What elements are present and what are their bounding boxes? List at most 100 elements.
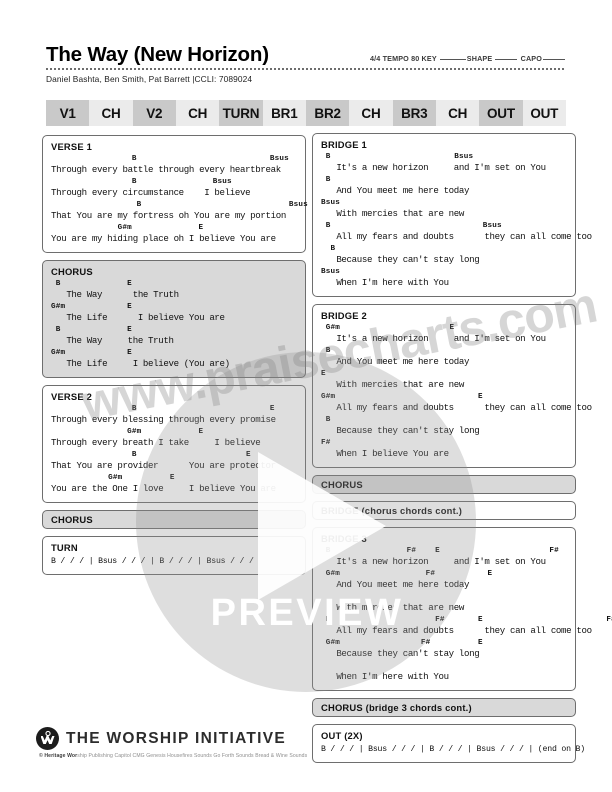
section-label: BRIDGE 2 [321, 310, 367, 321]
copyright-holder: © Heritage Wor [39, 753, 78, 759]
header-divider [46, 67, 566, 70]
lyric-chord-pair: B Because they can't stay long [321, 415, 567, 437]
sequence-item-ch-9[interactable]: CH [435, 100, 480, 126]
lyric-line: It's a new horizon and I'm set on You [321, 556, 546, 567]
section-label: VERSE 2 [51, 391, 93, 402]
chord-line: B E [51, 405, 275, 413]
brand-name: THE WORSHIP INITIATIVE [66, 729, 287, 747]
section-label: BRIDGE 3 [321, 533, 367, 544]
lyric-line: The Life I believe (You are) [51, 358, 230, 369]
shape-label: SHAPE [466, 53, 493, 63]
chord-line: G#m E [321, 324, 455, 332]
lyric-chord-pair: B Bsus It's a new horizon and I'm set on… [321, 152, 567, 174]
lyric-line: All my fears and doubts they can all com… [321, 625, 592, 636]
lyric-line: That You are provider You are protector [51, 460, 276, 471]
lyric-line: Through every battle through every heart… [51, 164, 281, 175]
lyric-line: Through every breath I take I believe [51, 437, 261, 448]
lyric-chord-pair: B F# E F# It's a new horizon and I'm set… [321, 546, 567, 568]
sequence-item-ch-3[interactable]: CH [175, 100, 220, 126]
section-body: B Bsus It's a new horizon and I'm set on… [321, 152, 592, 289]
page-title: The Way (New Horizon) [46, 43, 269, 66]
key-blank[interactable] [439, 58, 466, 60]
section-label: CHORUS [51, 266, 93, 277]
capo-blank[interactable] [543, 58, 565, 60]
chord-line: F# [321, 439, 331, 447]
time-signature: 4/4 [370, 53, 381, 63]
lyric-chord-pair: G#m E The Life I believe You are [51, 302, 297, 324]
sequence-item-br2-6[interactable]: BR2 [305, 100, 350, 126]
chord-line: B Bsus [51, 178, 232, 186]
lyric-line: And You meet me here today [321, 579, 470, 590]
lyric-line: And You meet me here today [321, 356, 470, 367]
sequence-item-ch-1[interactable]: CH [89, 100, 133, 126]
chord-line: G#m E [51, 428, 204, 436]
lyric-line: All my fears and doubts they can all com… [321, 231, 592, 242]
section-label: CHORUS (bridge 3 chords cont.) [321, 702, 472, 713]
key-label: KEY [421, 53, 437, 63]
lyric-chord-pair: G#m E The Life I believe (You are) [51, 348, 297, 370]
lyric-chord-pair: B F# E F# All my fears and doubts they c… [321, 615, 612, 637]
lyric-chord-pair: B Bsus Through every circumstance I belie… [51, 177, 297, 199]
right-column: BRIDGE 1 B Bsus It's a new horizon and I… [312, 133, 612, 770]
lyric-chord-pair: G#m F# E Because they can't stay long [321, 638, 567, 660]
lyric-chord-pair: B Bsus That You are my fortress oh You ar… [51, 200, 308, 222]
lyric-line: You are the One I love I believe You are [51, 483, 276, 494]
section-verse-1: VERSE 1 B Bsus Through every battle throu… [42, 135, 308, 253]
chord-line: G#m F# E [321, 570, 493, 578]
chord-line: B Bsus [321, 153, 474, 161]
chord-line: G#m E [51, 303, 132, 311]
chord-line: B E [51, 280, 132, 288]
brand-row: THE WORSHIP INITIATIVE [36, 727, 576, 750]
tempo-label: TEMPO [382, 53, 409, 63]
copyright-line: © Heritage Worship Publishing Capitol CM… [39, 753, 307, 759]
chart-meta: 4/4 TEMPO 80 KEY SHAPE CAPO [370, 54, 566, 66]
authors-and-ccli: Daniel Bashta, Ben Smith, Pat Barrett |C… [46, 73, 253, 84]
sequence-item-br1-5[interactable]: BR1 [262, 100, 306, 126]
section-body: G#m E It's a new horizon and I'm set on … [321, 323, 592, 460]
lyric-chord-pair: G#m F# E And You meet me here today [321, 569, 567, 591]
shape-blank[interactable] [495, 58, 518, 60]
section-label: CHORUS [321, 479, 363, 490]
lyric-line: With mercies that are new [321, 208, 465, 219]
lyric-chord-pair: B Bsus All my fears and doubts they can … [321, 221, 592, 243]
copyright-detail: ship Publishing Capitol CMG Genesis Hous… [77, 753, 308, 759]
section-chorus-1: CHORUS B E The Way the Truth G#m E The Li… [42, 260, 306, 378]
section-chorus-3-ref: CHORUS [312, 475, 576, 494]
chord-line: Bsus [321, 199, 341, 207]
sequence-item-v1-0[interactable]: V1 [46, 100, 90, 126]
lyric-chord-pair: Bsus With mercies that are new [321, 198, 567, 220]
sequence-item-out-11[interactable]: OUT [522, 100, 566, 126]
chord-line: B Bsus [51, 155, 289, 163]
sequence-item-br3-8[interactable]: BR3 [392, 100, 436, 126]
chord-line: B [321, 347, 331, 355]
section-bridge-2: BRIDGE 2 G#m E It's a new horizon and I'… [312, 304, 592, 468]
lyric-line: With mercies that are new [321, 379, 465, 390]
lyric-chord-pair: F# When I believe You are [321, 438, 567, 460]
lyric-line: It's a new horizon and I'm set on You [321, 333, 546, 344]
lyric-chord-pair: When I'm here with You [321, 661, 567, 683]
chord-line: B E [51, 451, 251, 459]
lyric-line: All my fears and doubts they can all com… [321, 402, 592, 413]
sequence-item-out-10[interactable]: OUT [479, 100, 523, 126]
lyric-line: That You are my fortress oh You are my p… [51, 210, 286, 221]
chord-line: G#m E [321, 393, 483, 401]
chord-line: B [321, 416, 331, 424]
lyric-chord-pair: G#m E All my fears and doubts they can a… [321, 392, 592, 414]
lyric-line: With mercies that are new [321, 602, 465, 613]
lyric-chord-pair: Bsus When I'm here with You [321, 267, 567, 289]
lyric-chord-pair: B Because they can't stay long [321, 244, 567, 266]
sequence-item-turn-4[interactable]: TURN [219, 100, 263, 126]
lyric-line: The Way the Truth [51, 335, 174, 346]
chord-progression: B / / / | Bsus / / / | B / / / | Bsus / … [51, 557, 254, 566]
left-column: VERSE 1 B Bsus Through every battle throu… [42, 135, 308, 582]
section-label: TURN [51, 542, 78, 553]
lyric-line: The Life I believe You are [51, 312, 225, 323]
sequence-item-ch-7[interactable]: CH [349, 100, 393, 126]
section-label: VERSE 1 [51, 141, 93, 152]
chord-line: B [321, 245, 336, 253]
section-bridge-1: BRIDGE 1 B Bsus It's a new horizon and I… [312, 133, 592, 297]
section-body: B Bsus Through every battle through every… [51, 154, 308, 245]
section-verse-2: VERSE 2 B E Through every blessing throug… [42, 385, 306, 503]
worship-initiative-logo-icon [36, 727, 59, 750]
sequence-item-v2-2[interactable]: V2 [132, 100, 176, 126]
